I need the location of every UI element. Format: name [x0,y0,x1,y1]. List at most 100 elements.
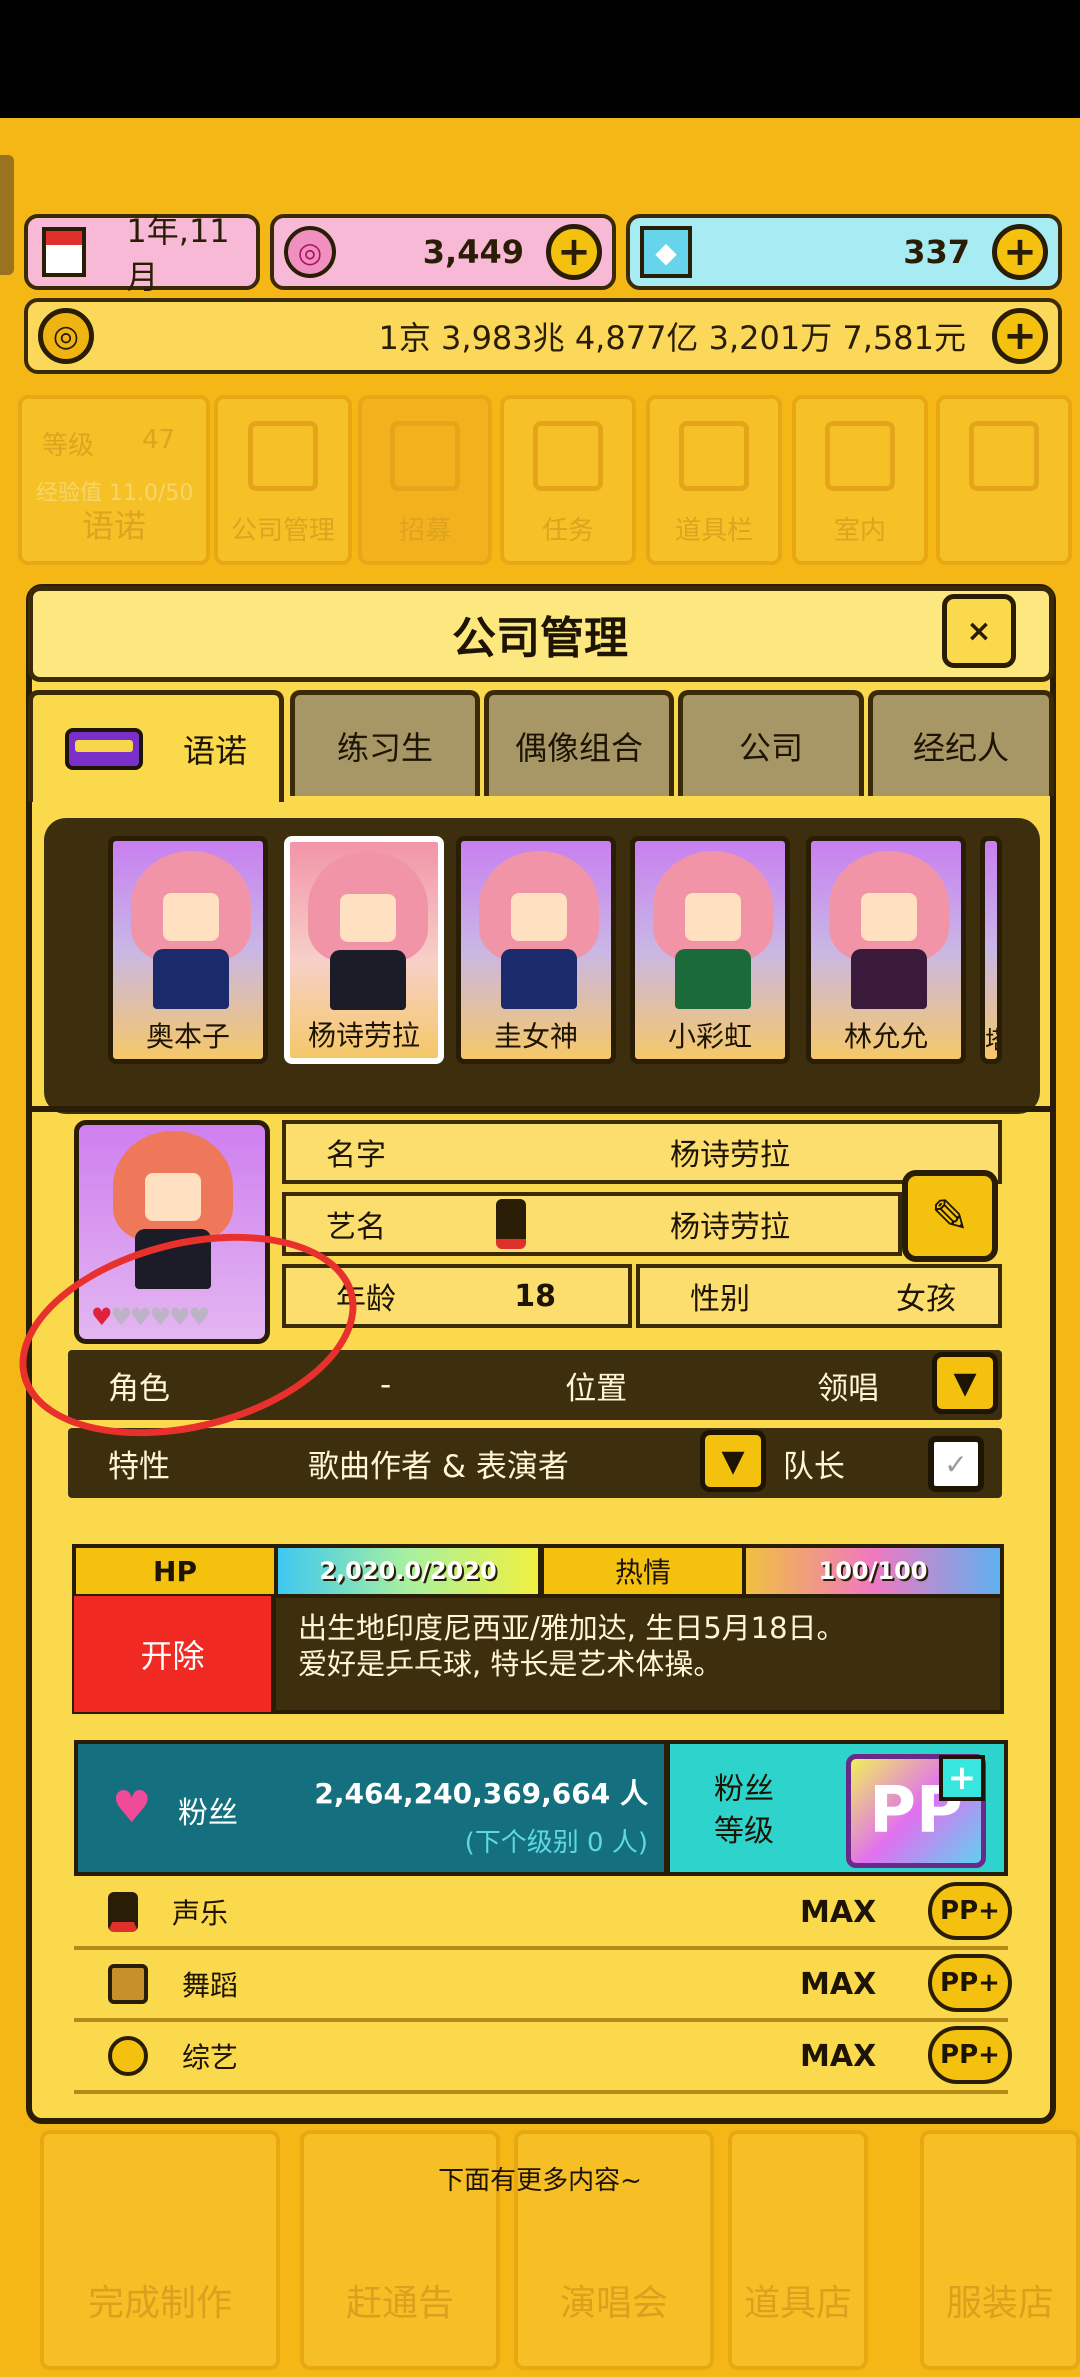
bio-text: 出生地印度尼西亚/雅加达, 生日5月18日。 爱好是乒乓球, 特长是艺术体操。 [298,1610,978,1682]
idol-sprite [131,851,251,1011]
mic-icon [496,1199,526,1249]
passion-label-box: 热情 [540,1544,746,1598]
status-bar [0,0,1080,118]
skill-row-dance: 舞蹈 MAX PP+ [74,1950,1012,2022]
pp-plus-icon: + [939,1755,985,1801]
leader-label: 队长 [782,1448,845,1485]
skill-pp-button[interactable]: PP+ [928,2026,1012,2084]
tab-idol-groups[interactable]: 偶像组合 [484,690,674,796]
skill-name: 声乐 [172,1897,229,1930]
trait-dropdown-button[interactable]: ▼ [700,1430,766,1492]
chest-icon [679,421,749,491]
idol-card-selected[interactable]: 杨诗劳拉 [284,836,444,1064]
idol-sprite [479,851,599,1011]
company-name: 语诺 [81,507,146,545]
menu-interior[interactable]: 室内 [792,395,928,565]
skill-pp-button[interactable]: PP+ [928,1882,1012,1940]
passion-bar: 100/100 [742,1544,1004,1598]
close-button[interactable]: × [942,594,1016,668]
gem-icon: ◎ [284,226,336,278]
fans-count: 2,464,240,369,664 人 [314,1777,648,1810]
more-content-hint: 下面有更多内容~ [438,2166,642,2196]
skill-row-variety: 综艺 MAX PP+ [74,2022,1012,2094]
bio-line-2: 爱好是乒乓球, 特长是艺术体操。 [298,1647,723,1681]
clipboard-icon [533,421,603,491]
idol-sprite [653,851,773,1011]
gender-label: 性别 [690,1282,750,1317]
bio-line-1: 出生地印度尼西亚/雅加达, 生日5月18日。 [298,1611,846,1645]
stage-name-label: 艺名 [326,1210,386,1245]
menu-inventory[interactable]: 道具栏 [646,395,782,565]
hp-label-box: HP [72,1544,278,1598]
idol-card[interactable]: 林允允 [806,836,966,1064]
microphone-icon [108,1892,138,1932]
age-value: 18 [514,1278,556,1314]
money-panel: ◎ 1京 3,983兆 4,877亿 3,201万 7,581元 + [24,298,1062,374]
position-value: 领唱 [817,1370,880,1407]
hp-bar: 2,020.0/2020 [274,1544,542,1598]
position-dropdown-button[interactable]: ▼ [932,1352,998,1414]
gem-panel: ◎ 3,449 + [270,214,616,290]
leader-checkbox[interactable]: ✓ [928,1436,984,1492]
money-amount: 1京 3,983兆 4,877亿 3,201万 7,581元 [378,319,967,357]
tab-managers[interactable]: 经纪人 [868,690,1054,796]
trait-leader-bar: 特性 歌曲作者 & 表演者 队长 [68,1428,1002,1498]
coin-icon: ◎ [38,308,94,364]
diamond-icon: ◆ [640,226,692,278]
skill-name: 综艺 [182,2041,239,2074]
paint-roller-icon [825,421,895,491]
fans-label: 粉丝 [178,1796,238,1831]
gender-row: 性别 女孩 [636,1264,1002,1328]
level-value: 47 [142,425,176,455]
add-gems-button[interactable]: + [546,224,602,280]
heart-icon: ♥ [112,1782,152,1833]
tab-company-name[interactable]: 语诺 [28,690,284,802]
tab-trainees[interactable]: 练习生 [290,690,480,796]
stage-name-row: 艺名 杨诗劳拉 [282,1192,902,1256]
fan-level-label-1: 粉丝 [714,1772,774,1807]
skill-pp-button[interactable]: PP+ [928,1954,1012,2012]
add-diamonds-button[interactable]: + [992,224,1048,280]
edit-name-button[interactable]: ✎ [902,1170,998,1262]
date-panel: 1年,11月 [24,212,260,296]
idol-card-partial[interactable]: 塔 [980,836,1002,1064]
mail-icon [969,421,1039,491]
trait-label: 特性 [108,1448,170,1485]
skill-value: MAX [800,1966,877,2002]
idol-card[interactable]: 奥本子 [108,836,268,1064]
idol-card[interactable]: 圭女神 [456,836,616,1064]
building-icon [248,421,318,491]
menu-company-management[interactable]: 公司管理 [214,395,352,565]
fans-panel: ♥ 粉丝 2,464,240,369,664 人 (下个级别 0 人) [74,1740,668,1876]
idol-card[interactable]: 小彩虹 [630,836,790,1064]
smile-icon [108,2036,148,2076]
side-pull-tab[interactable] [0,155,14,275]
name-row: 名字 杨诗劳拉 [282,1120,1002,1184]
diamond-count: 337 [903,233,970,271]
pp-logo-icon: PP + [846,1754,986,1868]
menu-recruit[interactable]: 招募 [358,395,492,565]
menu-mail[interactable] [936,395,1072,565]
calendar-icon [42,227,87,277]
skill-value: MAX [800,2038,877,2074]
menu-tasks[interactable]: 任务 [500,395,636,565]
fan-level-label-2: 等级 [714,1814,774,1849]
skill-row-vocal: 声乐 MAX PP+ [74,1878,1012,1950]
modal-title: 公司管理 [452,613,628,664]
role-value: - [380,1367,392,1403]
skill-name: 舞蹈 [182,1969,239,2002]
fire-button[interactable]: 开除 [74,1596,276,1712]
idol-sprite [829,851,949,1011]
megaphone-icon [390,421,460,491]
skill-value: MAX [800,1894,877,1930]
shoe-icon [108,1964,148,2004]
gem-count: 3,449 [422,233,524,271]
trait-value: 歌曲作者 & 表演者 [308,1448,569,1485]
idol-sprite [308,852,428,1012]
fan-level-panel[interactable]: 粉丝 等级 PP + [666,1740,1008,1876]
add-money-button[interactable]: + [992,308,1048,364]
company-level-panel: 等级 47 经验值 11.0/50 语诺 [18,395,210,565]
tab-company[interactable]: 公司 [678,690,864,796]
level-label: 等级 [42,431,95,461]
section-divider [26,1106,1056,1112]
